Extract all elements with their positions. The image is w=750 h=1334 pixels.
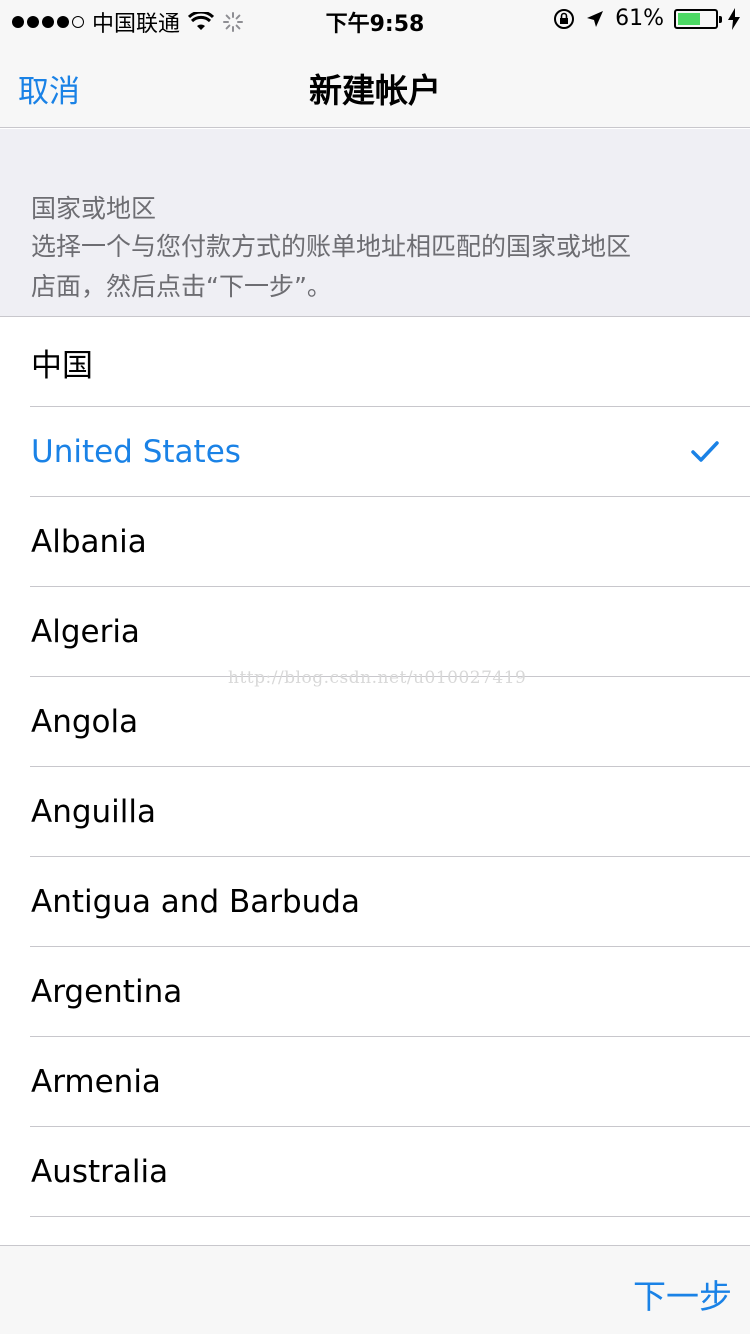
status-right: 61% bbox=[553, 6, 740, 31]
country-label: Armenia bbox=[31, 1064, 161, 1100]
section-title: 国家或地区 bbox=[31, 194, 157, 223]
country-row[interactable]: Australia bbox=[0, 1127, 750, 1217]
battery-icon bbox=[674, 8, 722, 29]
country-row[interactable]: Albania bbox=[0, 497, 750, 587]
country-row[interactable]: Angola bbox=[0, 677, 750, 767]
location-arrow-icon bbox=[587, 10, 604, 27]
charging-bolt-icon bbox=[728, 7, 740, 30]
screen: 中国联通 下午9:58 61% 取消 新建帐户 国家或地区 选择一个与您付款方式… bbox=[0, 0, 750, 1334]
country-row[interactable]: 中国 bbox=[0, 317, 750, 407]
country-label: 中国 bbox=[31, 347, 93, 384]
page-title: 新建帐户 bbox=[309, 71, 441, 110]
checkmark-icon bbox=[691, 441, 719, 462]
rotation-lock-icon bbox=[554, 8, 575, 29]
country-row[interactable]: Anguilla bbox=[0, 767, 750, 857]
section-description-line-1: 选择一个与您付款方式的账单地址相匹配的国家或地区 bbox=[31, 232, 632, 261]
country-list: 中国 United States Albania Algeria Angola … bbox=[0, 317, 750, 1217]
country-row[interactable]: Antigua and Barbuda bbox=[0, 857, 750, 947]
country-row-selected[interactable]: United States bbox=[0, 407, 750, 497]
country-row[interactable]: Armenia bbox=[0, 1037, 750, 1127]
country-label: Argentina bbox=[31, 974, 183, 1010]
next-button[interactable]: 下一步 bbox=[633, 1270, 732, 1318]
country-label: Algeria bbox=[31, 614, 140, 650]
navigation-bar: 取消 新建帐户 bbox=[0, 40, 750, 128]
country-label: Antigua and Barbuda bbox=[31, 884, 360, 920]
country-row[interactable]: Argentina bbox=[0, 947, 750, 1037]
battery-percent: 61% bbox=[615, 6, 664, 31]
section-header: 国家或地区 选择一个与您付款方式的账单地址相匹配的国家或地区 店面，然后点击“下… bbox=[0, 129, 750, 317]
country-label: Angola bbox=[31, 704, 139, 740]
country-label: Albania bbox=[31, 524, 147, 560]
watermark: http://blog.csdn.net/u010027419 bbox=[228, 668, 527, 688]
section-description-line-2: 店面，然后点击“下一步”。 bbox=[31, 272, 332, 301]
country-label: Australia bbox=[31, 1154, 169, 1190]
status-bar: 中国联通 下午9:58 61% bbox=[0, 0, 750, 40]
country-label: United States bbox=[31, 434, 241, 470]
bottom-toolbar: 下一步 bbox=[0, 1245, 750, 1334]
country-row[interactable]: Algeria bbox=[0, 587, 750, 677]
country-label: Anguilla bbox=[31, 794, 157, 830]
